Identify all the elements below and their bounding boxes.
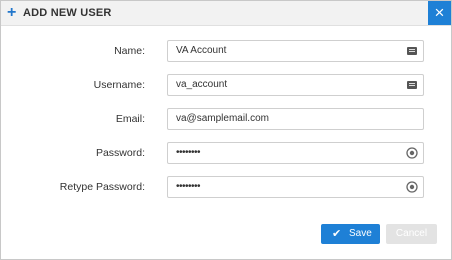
eye-icon[interactable]: [406, 147, 418, 159]
retype-password-value: ••••••••: [176, 181, 201, 192]
password-value: ••••••••: [176, 147, 201, 158]
keyboard-icon[interactable]: [407, 47, 417, 55]
save-button-label: Save: [349, 228, 372, 239]
email-field[interactable]: va@samplemail.com: [167, 108, 424, 130]
save-button[interactable]: ✔ Save: [321, 224, 380, 244]
keyboard-icon[interactable]: [407, 81, 417, 89]
username-label: Username:: [93, 79, 145, 91]
add-user-dialog: + ADD NEW USER × Name: VA Account Userna…: [0, 0, 452, 260]
name-value: VA Account: [176, 45, 227, 56]
eye-icon[interactable]: [406, 181, 418, 193]
name-field[interactable]: VA Account: [167, 40, 424, 62]
username-field[interactable]: va_account: [167, 74, 424, 96]
retype-password-label: Retype Password:: [59, 181, 145, 193]
plus-icon: +: [7, 4, 17, 21]
password-label: Password:: [95, 147, 145, 159]
cancel-button-label: Cancel: [395, 228, 428, 239]
retype-password-field[interactable]: ••••••••: [167, 176, 424, 198]
username-value: va_account: [176, 79, 228, 90]
close-button[interactable]: ×: [428, 1, 451, 25]
email-label: Email:: [115, 113, 145, 125]
check-icon: ✔: [332, 228, 342, 240]
password-field[interactable]: ••••••••: [167, 142, 424, 164]
close-icon: ×: [434, 3, 445, 22]
dialog-title: ADD NEW USER: [23, 7, 112, 19]
name-label: Name:: [114, 45, 145, 57]
dialog-titlebar: + ADD NEW USER ×: [1, 1, 451, 26]
cancel-button[interactable]: Cancel: [386, 224, 437, 244]
email-value: va@samplemail.com: [176, 113, 269, 124]
